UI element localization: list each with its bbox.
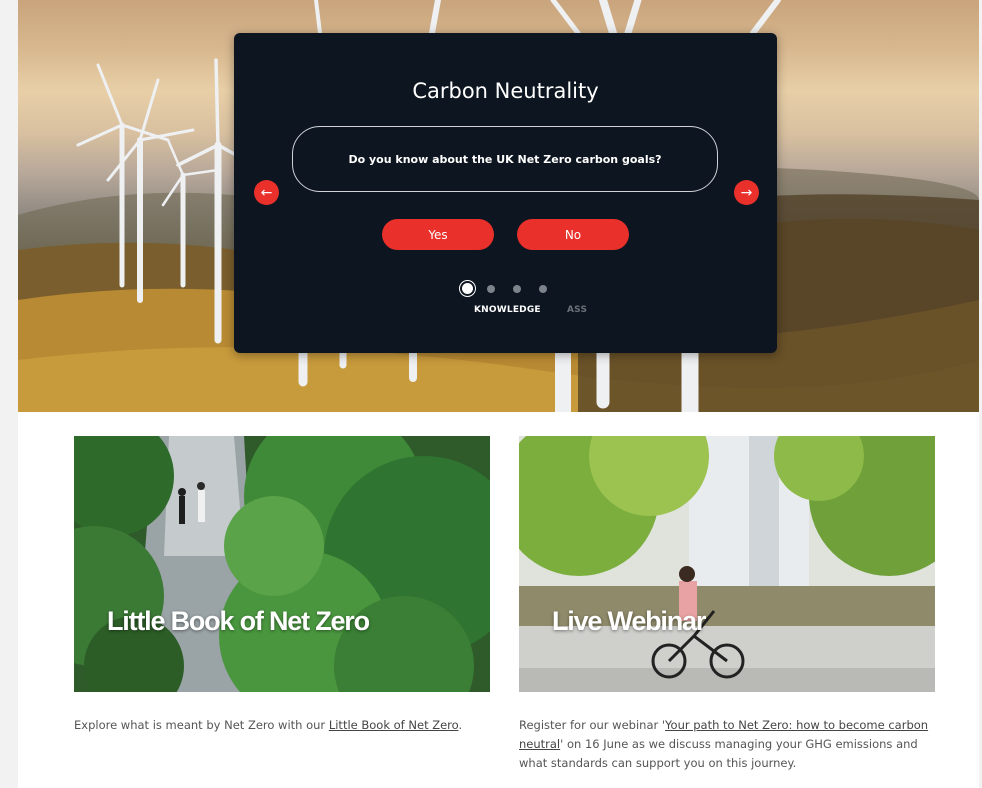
step-dot-4[interactable]	[539, 284, 547, 293]
webinar-description: Register for our webinar 'Your path to N…	[519, 716, 929, 773]
no-button[interactable]: No	[517, 219, 629, 250]
next-button[interactable]: →	[734, 180, 759, 205]
hero-banner: Carbon Neutrality Do you know about the …	[18, 0, 979, 412]
step-label-current: KNOWLEDGE	[474, 305, 541, 315]
forest-walkway-photo	[74, 436, 490, 692]
page: Carbon Neutrality Do you know about the …	[18, 0, 979, 788]
little-book-card-image[interactable]: Little Book of Net Zero	[74, 436, 490, 692]
live-webinar-title: Live Webinar	[552, 606, 706, 636]
modal-title: Carbon Neutrality	[412, 79, 599, 103]
step-label-next: ASS	[567, 305, 588, 315]
cyclist-photo	[519, 436, 935, 692]
little-book-title: Little Book of Net Zero	[107, 606, 370, 636]
question-text: Do you know about the UK Net Zero carbon…	[348, 152, 662, 166]
previous-button[interactable]: ←	[254, 180, 279, 205]
live-webinar-card-image[interactable]: Live Webinar	[519, 436, 935, 692]
arrow-left-icon: ←	[260, 184, 273, 201]
little-book-description: Explore what is meant by Net Zero with o…	[74, 716, 474, 735]
little-book-text-after: .	[458, 718, 463, 732]
arrow-right-icon: →	[740, 184, 753, 201]
webinar-text-before: Register for our webinar '	[519, 718, 666, 732]
step-dot-1[interactable]	[462, 283, 473, 294]
step-dot-2[interactable]	[487, 284, 495, 293]
webinar-text-after: ' on 16 June as we discuss managing your…	[519, 737, 918, 770]
step-indicator	[462, 283, 565, 294]
little-book-link[interactable]: Little Book of Net Zero	[329, 718, 459, 732]
question-box: Do you know about the UK Net Zero carbon…	[292, 126, 718, 192]
yes-button[interactable]: Yes	[382, 219, 494, 250]
little-book-text-before: Explore what is meant by Net Zero with o…	[74, 718, 329, 732]
quiz-modal: Carbon Neutrality Do you know about the …	[234, 33, 777, 353]
step-dot-3[interactable]	[513, 284, 521, 293]
